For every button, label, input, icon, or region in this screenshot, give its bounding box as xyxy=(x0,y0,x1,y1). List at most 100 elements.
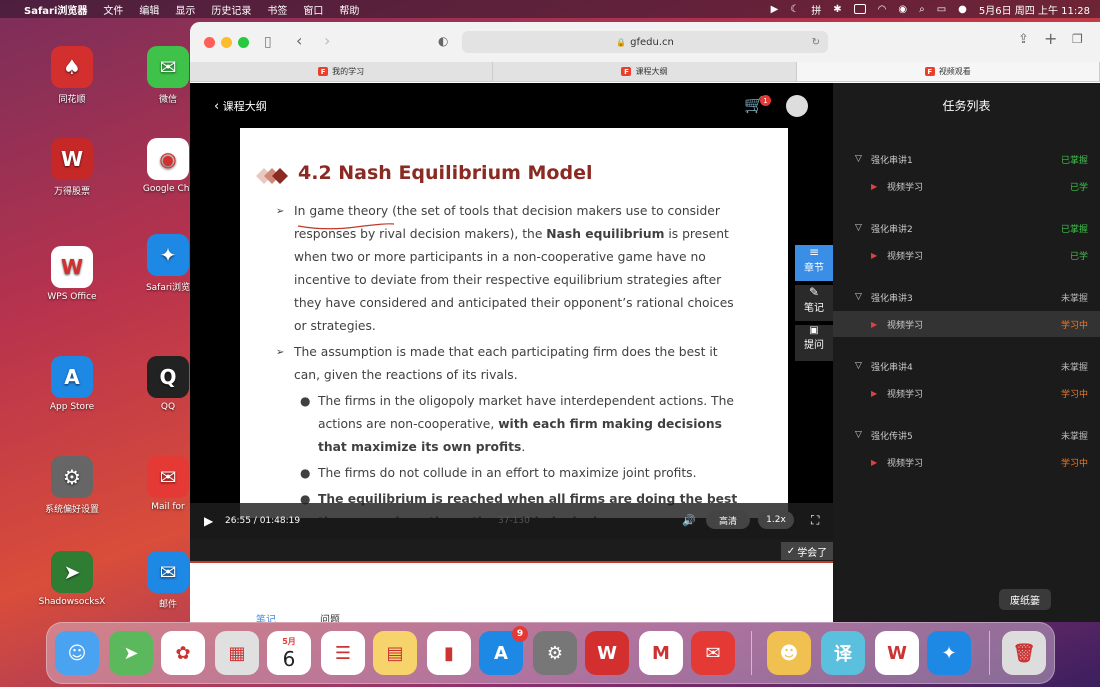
wifi-icon[interactable]: ◠ xyxy=(878,4,887,15)
share-icon[interactable]: ⇪ xyxy=(1018,32,1029,47)
notes-icon[interactable]: ▤ xyxy=(373,631,417,675)
desktop-icon[interactable]: A App Store xyxy=(32,356,112,412)
slide-text-segment: Nash equilibrium xyxy=(546,227,665,241)
user-icon[interactable]: ◉ xyxy=(898,4,907,15)
minimize-window-button[interactable] xyxy=(221,37,232,48)
notes-button[interactable]: ✎ 笔记 xyxy=(795,285,833,321)
reload-icon[interactable]: ↻ xyxy=(812,37,820,48)
trash-icon[interactable]: 🗑 xyxy=(1002,631,1046,675)
chapter-row[interactable]: ▽ 强化串讲4 未掌握 xyxy=(833,353,1100,379)
quality-button[interactable]: 高清 xyxy=(706,511,750,529)
battery-icon[interactable] xyxy=(853,4,866,14)
family-app-icon[interactable]: ☻ xyxy=(767,631,811,675)
ask-question-button[interactable]: ▣ 提问 xyxy=(795,325,833,361)
reminders-glyph: ☰ xyxy=(334,642,352,664)
chapter-row[interactable]: ▽ 强化串讲3 未掌握 xyxy=(833,284,1100,310)
zoom-window-button[interactable] xyxy=(238,37,249,48)
tab-overview-icon[interactable]: ❐ xyxy=(1072,32,1083,46)
tab-questions[interactable]: 问题 xyxy=(320,611,340,622)
avatar[interactable] xyxy=(786,95,808,117)
video-task-row[interactable]: ▶ 视频学习 学习中 xyxy=(833,380,1100,406)
tab-bar: F 我的学习 F 课程大纲 F 视频观看 xyxy=(190,62,1100,82)
desktop-icon[interactable]: ⚙ 系统偏好设置 xyxy=(32,456,112,515)
learned-button[interactable]: ✓ 学会了 xyxy=(781,542,833,560)
desktop-icon[interactable]: W 万得股票 xyxy=(32,138,112,197)
mail-for-icon: ✉ xyxy=(147,456,189,498)
privacy-shield-icon[interactable]: ◐ xyxy=(438,34,448,48)
calendar-day: 6 xyxy=(282,646,296,671)
wind-icon[interactable]: W xyxy=(585,631,629,675)
menu-view[interactable]: 显示 xyxy=(175,2,195,17)
finder-icon[interactable]: ☺ xyxy=(55,631,99,675)
numbers-icon[interactable]: ▮ xyxy=(427,631,471,675)
maps-icon[interactable]: ➤ xyxy=(109,631,153,675)
chapter-row[interactable]: ▽ 强化串讲2 已掌握 xyxy=(833,215,1100,241)
siri-icon[interactable]: ● xyxy=(958,4,967,15)
video-task-row[interactable]: ▶ 视频学习 已学 xyxy=(833,173,1100,199)
tab-notes[interactable]: 笔记 xyxy=(256,611,276,622)
video-play-icon: ▶ xyxy=(871,319,878,329)
new-tab-icon[interactable]: + xyxy=(1044,29,1057,48)
system-preferences-icon[interactable]: ⚙ xyxy=(533,631,577,675)
chapter-status: 未掌握 xyxy=(1060,293,1088,304)
safari-glyph: ✦ xyxy=(941,642,957,664)
video-task-name: 视频学习 xyxy=(887,389,924,400)
address-bar[interactable]: 🔒 gfedu.cn ↻ xyxy=(462,31,828,53)
chapter-name: 强化串讲4 xyxy=(871,362,913,373)
tab-my-learning[interactable]: F 我的学习 xyxy=(190,62,494,81)
spotlight-icon[interactable]: ⌕ xyxy=(919,4,925,15)
video-task-row[interactable]: ▶ 视频学习 已学 xyxy=(833,242,1100,268)
slide-bullet: ➢ In game theory (the set of tools that d… xyxy=(276,200,746,338)
bluetooth-icon[interactable]: ✱ xyxy=(833,4,841,15)
menu-window[interactable]: 窗口 xyxy=(303,2,323,17)
player-controls: ▶ 26:55 / 01:48:19 37-130 🔊 高清 1.2x ⛶ xyxy=(190,503,833,539)
video-task-row[interactable]: ▶ 视频学习 学习中 xyxy=(833,311,1100,337)
app-m-icon[interactable]: M xyxy=(639,631,683,675)
mail-app-icon[interactable]: ✉ xyxy=(691,631,735,675)
menu-app-name[interactable]: Safari浏览器 xyxy=(24,2,87,17)
chapter-row[interactable]: ▽ 强化串讲1 已掌握 xyxy=(833,146,1100,172)
close-window-button[interactable] xyxy=(204,37,215,48)
chapters-button[interactable]: ≡ 章节 xyxy=(795,245,833,281)
video-task-row[interactable]: ▶ 视频学习 学习中 xyxy=(833,449,1100,475)
calendar-icon[interactable]: 5月 6 xyxy=(267,631,311,675)
speed-button[interactable]: 1.2x xyxy=(758,511,794,529)
chapter-row[interactable]: ▽ 强化传讲5 未掌握 xyxy=(833,422,1100,448)
sidebar-icon[interactable]: ▯ xyxy=(264,34,272,50)
translate-icon[interactable]: 译 xyxy=(821,631,865,675)
tab-video-watch[interactable]: F 视频观看 xyxy=(796,62,1100,81)
menu-history[interactable]: 历史记录 xyxy=(211,2,251,17)
reminders-icon[interactable]: ☰ xyxy=(321,631,365,675)
volume-icon[interactable]: 🔊 xyxy=(682,514,696,527)
forward-icon[interactable]: › xyxy=(324,31,330,50)
tab-course-outline[interactable]: F 课程大纲 xyxy=(493,62,797,81)
play-icon[interactable]: ▶ xyxy=(204,514,213,528)
fullscreen-icon[interactable]: ⛶ xyxy=(811,513,819,528)
desktop-icon[interactable]: ➤ ShadowsocksX xyxy=(32,551,112,607)
video-task-name: 视频学习 xyxy=(887,182,924,193)
input-method-icon[interactable]: 拼 xyxy=(811,2,821,17)
clock[interactable]: 5月6日 周四 上午 11:28 xyxy=(979,2,1090,17)
desktop-icon[interactable]: ♠ 同花顺 xyxy=(32,46,112,105)
safari-icon[interactable]: ✦ xyxy=(927,631,971,675)
play-status-icon[interactable]: ▶ xyxy=(771,4,779,15)
google-chrome-icon: ◉ xyxy=(147,138,189,180)
control-center-icon[interactable]: ▭ xyxy=(937,4,946,15)
triangle-down-icon: ▽ xyxy=(855,430,862,440)
menu-edit[interactable]: 编辑 xyxy=(139,2,159,17)
back-to-outline-link[interactable]: ‹ 课程大纲 xyxy=(214,98,267,114)
cart-badge: 1 xyxy=(760,95,771,106)
moon-icon[interactable]: ☾ xyxy=(790,4,799,15)
menu-file[interactable]: 文件 xyxy=(103,2,123,17)
menu-help[interactable]: 帮助 xyxy=(339,2,359,17)
launchpad-icon[interactable]: ▦ xyxy=(215,631,259,675)
back-icon[interactable]: ‹ xyxy=(296,31,302,50)
wps-icon[interactable]: W xyxy=(875,631,919,675)
app-store-icon[interactable]: A9 xyxy=(479,626,528,675)
desktop-icon[interactable]: W WPS Office xyxy=(32,246,112,302)
video-player[interactable]: ‹ 课程大纲 🛒 1 4.2 Nash Equilibrium Model ➢ I… xyxy=(190,83,833,561)
arrow-bullet-icon: ➢ xyxy=(276,206,285,217)
menu-bookmarks[interactable]: 书签 xyxy=(267,2,287,17)
photos-icon[interactable]: ✿ xyxy=(161,631,205,675)
slide-title: 4.2 Nash Equilibrium Model xyxy=(298,162,593,184)
